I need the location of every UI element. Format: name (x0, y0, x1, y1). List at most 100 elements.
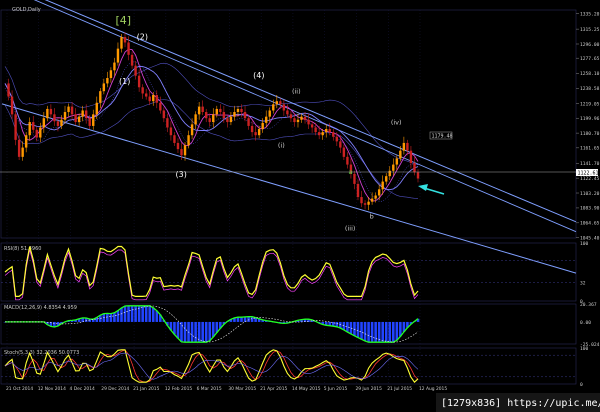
panel-frame (0, 242, 577, 302)
candle-body (63, 112, 67, 120)
channel-lower-line (1, 103, 577, 274)
candle-body (268, 110, 271, 117)
candle-body (17, 139, 21, 157)
candle-body (219, 108, 222, 113)
moving-averages (4, 48, 419, 202)
candle-body (166, 118, 169, 128)
candle-body (116, 48, 120, 63)
wave-label: b (370, 213, 374, 221)
main-price-panel: GOLD,Daily [4](2)(1)(3)(4)(ii)(i)ab(iii)… (0, 0, 600, 274)
bollinger-bands (4, 62, 419, 199)
candle-body (53, 114, 56, 122)
candle-body (395, 158, 399, 165)
candle-body (374, 195, 377, 199)
wave-label: (3) (175, 170, 186, 179)
candle-body (310, 124, 314, 128)
macd-bar (388, 321, 392, 343)
x-tick-label: 29 Dec 2014 (101, 386, 129, 392)
candle-body (261, 122, 264, 130)
x-tick-label: 12 Nov 2014 (38, 386, 66, 392)
candle-body (321, 132, 324, 136)
price-tag-current-text: 1122.61 (578, 171, 599, 177)
candle-body (385, 176, 388, 182)
macd-bar (349, 321, 353, 334)
candle-body (325, 129, 328, 133)
candle-body (14, 114, 17, 140)
ma-slow-line (4, 65, 419, 191)
macd-bar (141, 305, 144, 322)
y-tick-label: 1103.20 (580, 191, 600, 197)
panel-frame (0, 9, 577, 239)
macd-lines (5, 305, 419, 343)
candle-body (275, 101, 279, 105)
y-tick-label: 1180.70 (580, 131, 600, 137)
macd-bar (353, 321, 356, 336)
ma-dotted-line (4, 61, 419, 202)
candle-body (409, 150, 413, 164)
macd-title: MACD(12,26,9) 4.8354 4.959 (4, 305, 77, 311)
x-tick-label: 5 Jun 2015 (324, 386, 348, 392)
macd-bar (151, 307, 155, 322)
candle-body (416, 172, 420, 179)
candle-body (70, 106, 74, 115)
candle-body (49, 108, 53, 115)
candle-body (215, 108, 218, 115)
candle-body (190, 124, 194, 136)
candle-body (392, 164, 395, 171)
candle-body (317, 132, 321, 136)
y-tick-label: 1238.58 (580, 86, 600, 92)
x-tick-label: 6 Mar 2015 (197, 386, 222, 392)
macd-y-tick-label: 0.00 (580, 320, 591, 326)
macd-bar (374, 321, 377, 343)
macd-y-tick-label: 20.367 (580, 302, 597, 308)
candle-body (46, 108, 49, 119)
candle-body (367, 201, 370, 205)
wave-label: [4] (115, 14, 131, 27)
candle-body (28, 122, 31, 136)
candle-body (176, 142, 180, 150)
candle-body (81, 110, 84, 117)
candle-body (159, 102, 162, 111)
wave-label: (4) (253, 71, 264, 80)
candle-body (377, 189, 381, 196)
grid-lines (0, 9, 577, 385)
watermark: [1279x836] https://upic.me/ (436, 393, 600, 412)
x-tick-label: 21 Apr 2015 (260, 386, 287, 392)
candle-body (155, 95, 158, 103)
macd-bar (204, 321, 208, 343)
macd-bar (144, 305, 148, 322)
x-tick-label: 29 Jun 2015 (355, 386, 382, 392)
macd-bar (360, 321, 363, 340)
candle-body (109, 70, 113, 79)
candle-body (286, 110, 289, 115)
x-tick-label: 14 May 2015 (292, 386, 321, 392)
candle-body (265, 116, 268, 123)
candle-body (77, 116, 81, 123)
candle-body (42, 118, 46, 128)
macd-bar (106, 313, 109, 322)
candle-body (303, 116, 307, 120)
macd-bar (370, 321, 374, 343)
candle-body (201, 106, 204, 113)
price-tag-upper-text: 1179.48 (432, 134, 453, 140)
candle-body (335, 136, 339, 142)
candle-body (296, 119, 300, 123)
macd-bar (194, 321, 197, 343)
macd-bar (367, 321, 370, 343)
candle-body (363, 203, 367, 205)
candle-body (279, 101, 282, 105)
candle-body (162, 110, 166, 119)
y-tick-label: 1064.65 (580, 221, 600, 227)
y-tick-label: 1122.45 (580, 176, 600, 182)
y-tick-label: 1296.00 (580, 42, 600, 48)
macd-bar (247, 316, 250, 322)
candle-body (113, 62, 116, 71)
macd-bar (395, 321, 399, 341)
candle-body (247, 118, 250, 126)
macd-bar (190, 321, 194, 343)
price-tag-current: 1122.61 (576, 169, 599, 177)
macd-bar (384, 321, 388, 343)
gold-daily-chart: GOLD,Daily [4](2)(1)(3)(4)(ii)(i)ab(iii)… (0, 0, 600, 412)
candle-body (148, 96, 151, 102)
candle-body (229, 116, 233, 123)
